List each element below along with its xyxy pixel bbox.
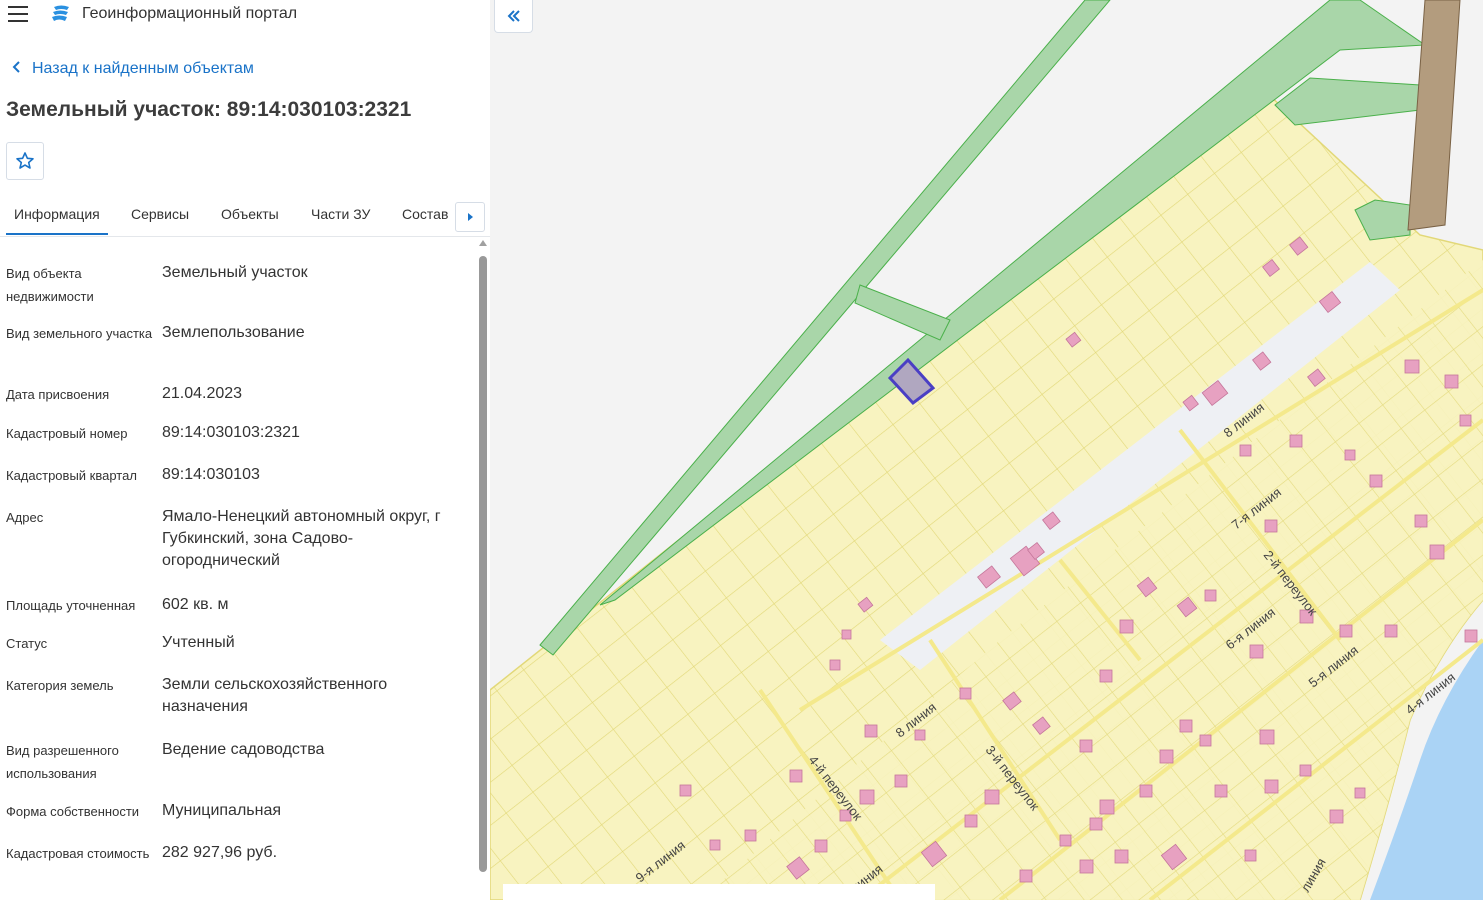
app-title: Геоинформационный портал bbox=[82, 5, 298, 22]
back-to-results-link[interactable]: Назад к найденным объектам bbox=[12, 60, 254, 78]
tabs-next-button[interactable] bbox=[455, 202, 485, 232]
property-label: Кадастровый квартал bbox=[6, 468, 137, 483]
property-label: Вид разрешенного использования bbox=[6, 743, 119, 781]
property-value: 89:14:030103 bbox=[162, 466, 260, 483]
map-bottom-bar bbox=[503, 884, 935, 900]
map-layer: 8 линия 7-я линия 2-й переулок 6-я линия… bbox=[490, 0, 1483, 900]
property-value: Учтенный bbox=[162, 634, 235, 651]
favorite-button[interactable] bbox=[6, 142, 44, 180]
tab-objects[interactable]: Объекты bbox=[221, 206, 279, 222]
info-panel: Геоинформационный портал Назад к найденн… bbox=[0, 0, 490, 900]
caret-right-icon bbox=[468, 213, 473, 221]
star-icon bbox=[16, 152, 34, 169]
page-title: Земельный участок: 89:14:030103:2321 bbox=[6, 98, 412, 121]
collapse-panel-button[interactable] bbox=[494, 0, 533, 33]
property-value: 89:14:030103:2321 bbox=[162, 424, 300, 441]
property-label: Вид земельного участка bbox=[6, 326, 153, 341]
tab-composition[interactable]: Состав bbox=[402, 206, 448, 222]
menu-icon[interactable] bbox=[8, 6, 28, 22]
scroll-up-arrow[interactable] bbox=[479, 240, 487, 246]
property-value: 282 927,96 руб. bbox=[162, 844, 278, 861]
property-value: Земельный участок bbox=[162, 264, 308, 281]
property-value: Муниципальная bbox=[162, 802, 282, 819]
property-label: Площадь уточненная bbox=[6, 598, 136, 613]
property-value: Ямало-Ненецкий автономный округ, г Губки… bbox=[162, 508, 441, 569]
property-value: Земли сельскохозяйственного назначения bbox=[162, 676, 388, 715]
road-brown bbox=[1407, 0, 1461, 231]
scrollbar-thumb[interactable] bbox=[479, 256, 487, 872]
tab-parts[interactable]: Части ЗУ bbox=[311, 206, 370, 222]
portal-logo-icon bbox=[52, 5, 69, 21]
tab-bar: Информация Сервисы Объекты Части ЗУ Сост… bbox=[0, 196, 490, 237]
property-value: 602 кв. м bbox=[162, 596, 229, 613]
property-label: Кадастровый номер bbox=[6, 426, 128, 441]
property-label: Категория земель bbox=[6, 678, 114, 693]
map-canvas[interactable]: 8 линия 7-я линия 2-й переулок 6-я линия… bbox=[490, 0, 1483, 900]
property-label: Вид объекта недвижимости bbox=[6, 266, 94, 304]
chevron-left-icon bbox=[12, 60, 32, 78]
tab-information[interactable]: Информация bbox=[14, 206, 100, 222]
active-tab-indicator bbox=[6, 233, 108, 235]
property-label: Статус bbox=[6, 636, 48, 651]
back-link-label: Назад к найденным объектам bbox=[32, 60, 254, 77]
double-chevron-left-icon bbox=[507, 10, 520, 22]
property-value: Землепользование bbox=[162, 324, 305, 341]
property-label: Адрес bbox=[6, 510, 44, 525]
property-label: Дата присвоения bbox=[6, 387, 110, 402]
property-value: Ведение садоводства bbox=[162, 741, 325, 758]
tab-services[interactable]: Сервисы bbox=[131, 206, 189, 222]
property-value: 21.04.2023 bbox=[162, 385, 243, 402]
property-label: Форма собственности bbox=[6, 804, 140, 819]
app-header: Геоинформационный портал bbox=[0, 0, 490, 30]
property-label: Кадастровая стоимость bbox=[6, 846, 150, 861]
